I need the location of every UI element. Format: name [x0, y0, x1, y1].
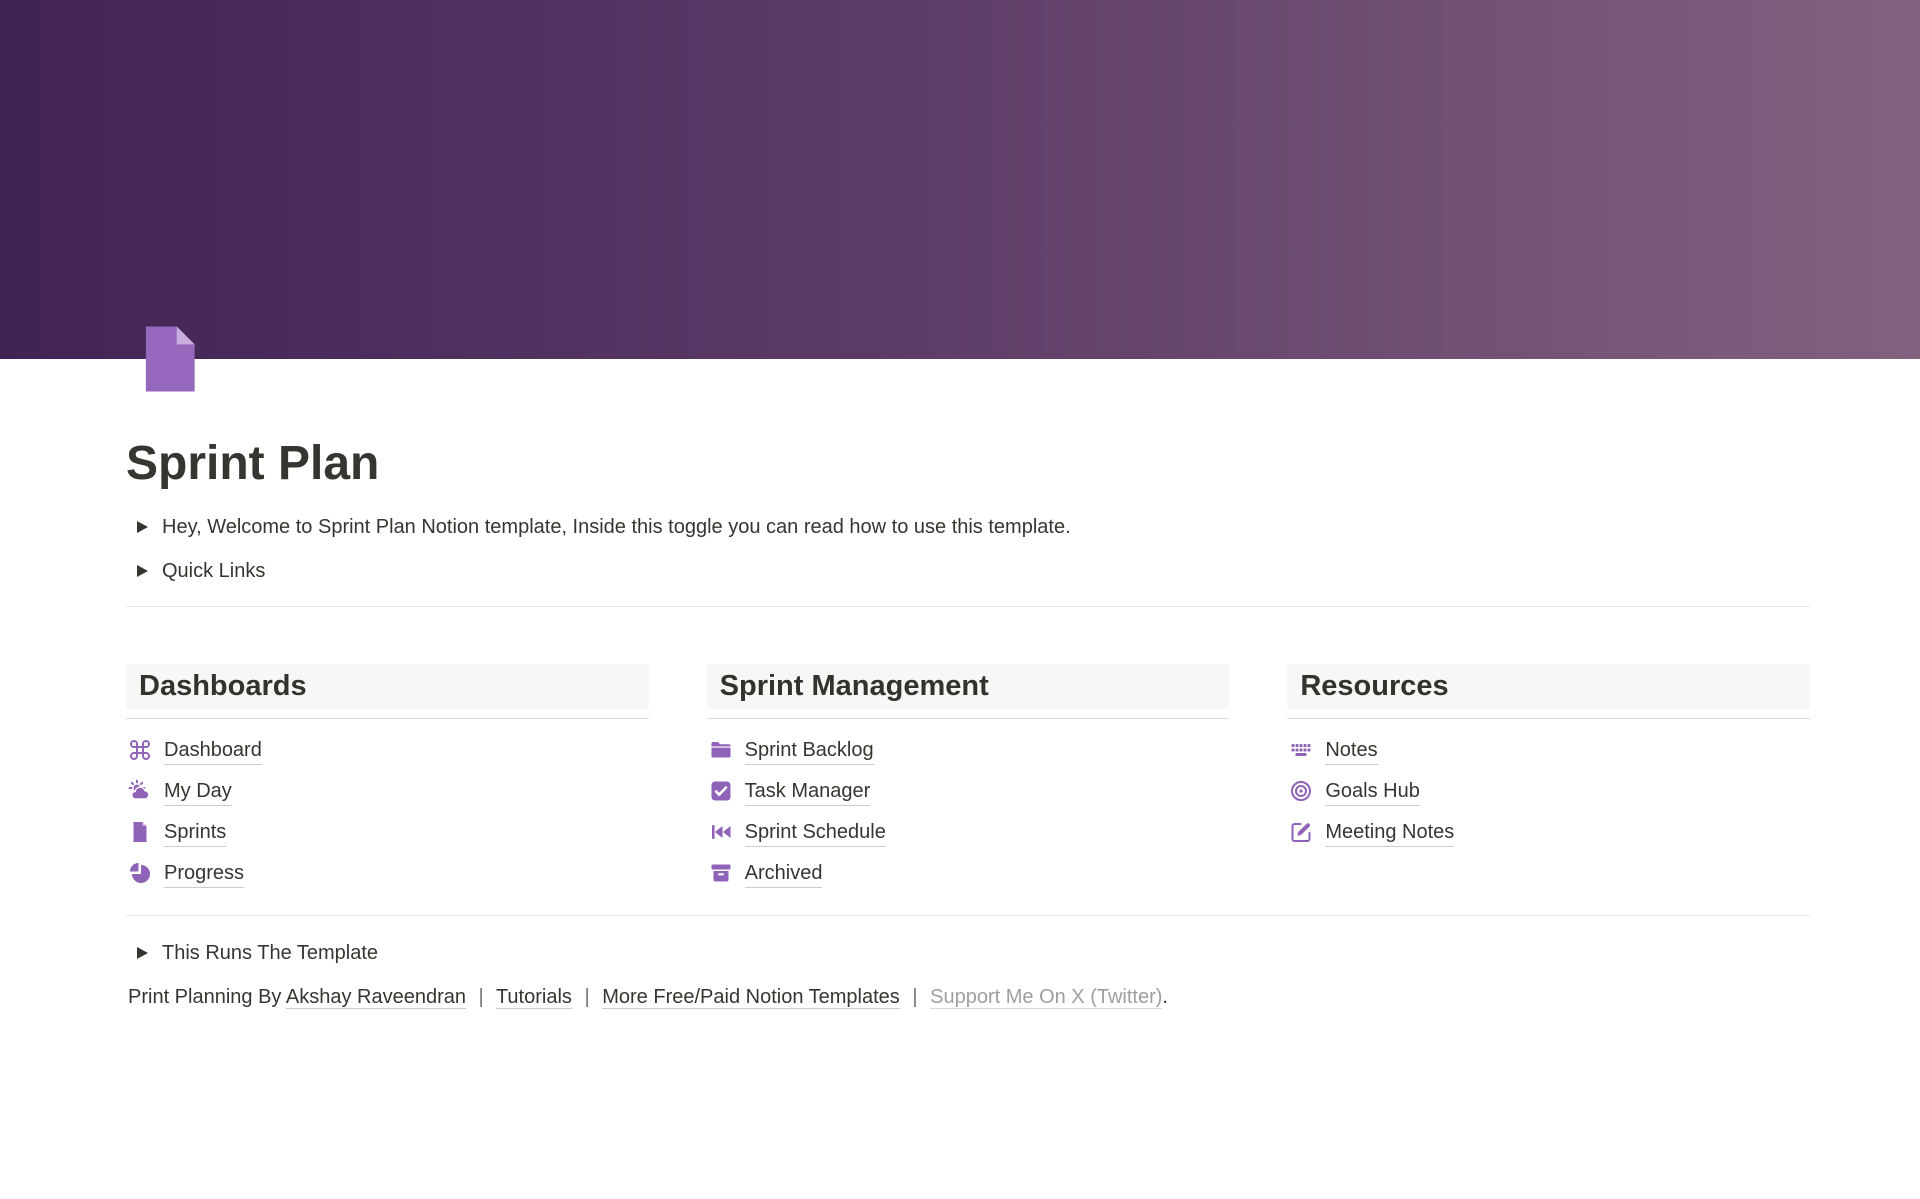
- column-heading-dashboards: Dashboards: [126, 664, 649, 709]
- pie-chart-icon: [128, 861, 152, 885]
- page-link-label: Notes: [1325, 736, 1377, 765]
- page-link-sprint-backlog[interactable]: Sprint Backlog: [707, 730, 1230, 771]
- target-icon: [1289, 779, 1313, 803]
- footer-link-templates[interactable]: More Free/Paid Notion Templates: [602, 986, 900, 1009]
- column-resources: Resources Notes: [1287, 664, 1810, 894]
- footer-separator: |: [479, 986, 484, 1008]
- footer-link-tutorials[interactable]: Tutorials: [496, 986, 572, 1009]
- page-link-label: Sprints: [164, 818, 226, 847]
- edit-icon: [1289, 820, 1313, 844]
- folder-icon: [709, 738, 733, 762]
- page-link-label: Progress: [164, 859, 244, 888]
- column-heading-sprint-management: Sprint Management: [707, 664, 1230, 709]
- page-title[interactable]: Sprint Plan: [126, 359, 1810, 505]
- column-dashboards: Dashboards Dashboard: [126, 664, 649, 894]
- page-cover: [0, 0, 1920, 359]
- column-items: Sprint Backlog Task Manager Sprint Sched…: [707, 730, 1230, 894]
- footer-separator: |: [912, 986, 917, 1008]
- footer-link-support-x[interactable]: Support Me On X (Twitter): [930, 986, 1162, 1009]
- page-link-label: Task Manager: [745, 777, 871, 806]
- page-link-goals-hub[interactable]: Goals Hub: [1287, 771, 1810, 812]
- column-items: Notes Goals Hub Meeting Notes: [1287, 730, 1810, 853]
- page-link-label: Goals Hub: [1325, 777, 1420, 806]
- toggle-welcome-label: Hey, Welcome to Sprint Plan Notion templ…: [162, 513, 1071, 541]
- toggle-triangle-icon[interactable]: [137, 565, 148, 577]
- page-link-archived[interactable]: Archived: [707, 853, 1230, 894]
- toggle-triangle-icon[interactable]: [137, 947, 148, 959]
- page-link-sprint-schedule[interactable]: Sprint Schedule: [707, 812, 1230, 853]
- toggle-quick-links-label: Quick Links: [162, 557, 265, 585]
- footer-credits: Print Planning By Akshay Raveendran | Tu…: [126, 979, 1810, 1015]
- page-link-notes[interactable]: Notes: [1287, 730, 1810, 771]
- rewind-icon: [709, 820, 733, 844]
- page-link-label: My Day: [164, 777, 232, 806]
- notion-page: Sprint Plan Hey, Welcome to Sprint Plan …: [0, 0, 1920, 1199]
- heading-divider: [126, 718, 649, 719]
- toggle-runs-template-label: This Runs The Template: [162, 939, 378, 967]
- page-document-icon[interactable]: [128, 320, 206, 398]
- toggle-quick-links[interactable]: Quick Links: [126, 549, 1810, 593]
- document-icon: [128, 820, 152, 844]
- page-link-meeting-notes[interactable]: Meeting Notes: [1287, 812, 1810, 853]
- divider-top: [126, 606, 1810, 607]
- page-link-label: Sprint Backlog: [745, 736, 874, 765]
- column-sprint-management: Sprint Management Sprint Backlog Task Ma…: [707, 664, 1230, 894]
- footer-link-author[interactable]: Akshay Raveendran: [286, 986, 466, 1009]
- divider-bottom: [126, 915, 1810, 916]
- toggle-runs-template[interactable]: This Runs The Template: [126, 931, 1810, 975]
- page-link-label: Dashboard: [164, 736, 262, 765]
- column-items: Dashboard: [126, 730, 649, 894]
- page-content: Sprint Plan Hey, Welcome to Sprint Plan …: [126, 359, 1810, 1015]
- document-glyph: [128, 320, 206, 398]
- heading-divider: [1287, 718, 1810, 719]
- toggle-welcome[interactable]: Hey, Welcome to Sprint Plan Notion templ…: [126, 505, 1810, 549]
- keyboard-icon: [1289, 738, 1313, 762]
- page-link-label: Meeting Notes: [1325, 818, 1454, 847]
- command-icon: [128, 738, 152, 762]
- page-link-my-day[interactable]: My Day: [126, 771, 649, 812]
- footer-separator: |: [584, 986, 589, 1008]
- page-link-dashboard[interactable]: Dashboard: [126, 730, 649, 771]
- heading-divider: [707, 718, 1230, 719]
- page-link-progress[interactable]: Progress: [126, 853, 649, 894]
- column-heading-resources: Resources: [1287, 664, 1810, 709]
- archive-icon: [709, 861, 733, 885]
- sun-cloud-icon: [128, 779, 152, 803]
- footer-period: .: [1162, 986, 1168, 1008]
- page-link-task-manager[interactable]: Task Manager: [707, 771, 1230, 812]
- checkbox-icon: [709, 779, 733, 803]
- page-link-sprints[interactable]: Sprints: [126, 812, 649, 853]
- page-link-label: Archived: [745, 859, 823, 888]
- columns-section: Dashboards Dashboard: [126, 664, 1810, 894]
- footer-prefix: Print Planning By: [128, 986, 286, 1008]
- toggle-triangle-icon[interactable]: [137, 521, 148, 533]
- page-link-label: Sprint Schedule: [745, 818, 886, 847]
